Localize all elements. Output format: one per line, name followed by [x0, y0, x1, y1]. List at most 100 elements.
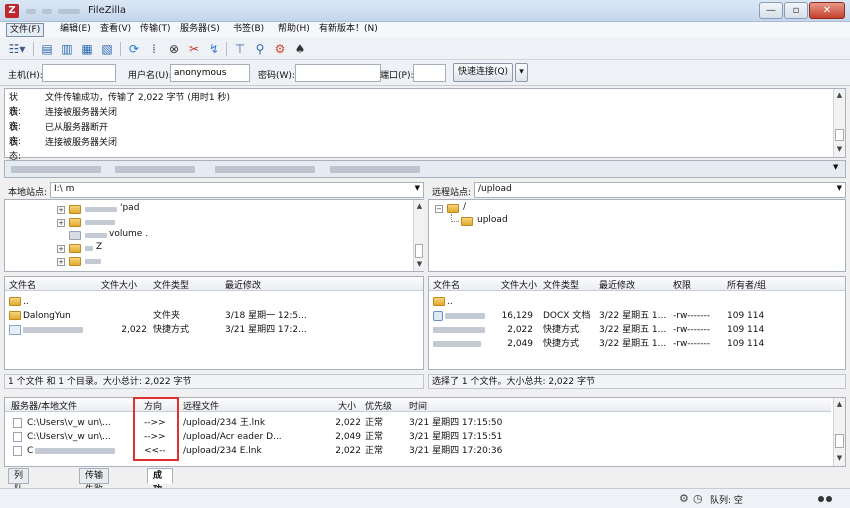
queue-scrollbar[interactable]: ▲ ▼ [833, 398, 845, 466]
table-row[interactable]: 2,049 快捷方式 3/22 星期五 1... -rw------- 109 … [429, 338, 845, 350]
blurred-name [85, 246, 93, 251]
tree-item-label[interactable]: Z [96, 242, 102, 252]
sync-browse-icon[interactable]: ⚙ [271, 40, 289, 58]
minimize-button[interactable]: — [759, 2, 783, 19]
blurred-name [85, 233, 107, 238]
remote-site-path[interactable]: /upload ▼ [474, 182, 846, 198]
folder-icon [9, 311, 21, 320]
reconnect-icon[interactable]: ↯ [205, 40, 223, 58]
tree-item-root[interactable]: / [463, 202, 466, 212]
tab-failed-transfers[interactable]: 传输失败 (10) [79, 468, 110, 508]
table-row[interactable]: 2,022 快捷方式 3/22 星期五 1... -rw------- 109 … [429, 324, 845, 336]
queue-local-file: C:\Users\v_w un\... [27, 418, 111, 428]
col-size[interactable]: 大小 [338, 399, 356, 412]
refresh-icon[interactable]: ⟳ [125, 40, 143, 58]
table-row[interactable]: C:\Users\v_w un\... -->> /upload/234 王.l… [5, 417, 831, 429]
disconnect-icon[interactable]: ✂ [185, 40, 203, 58]
log-scrollbar[interactable]: ▲ ▼ [833, 89, 845, 157]
col-filesize[interactable]: 文件大小 [101, 278, 137, 291]
table-row[interactable]: DalongYun 文件夹 3/18 星期一 12:5... [5, 310, 423, 322]
table-row[interactable]: .. [5, 296, 423, 308]
toggle-remote-tree-icon[interactable]: ▦ [78, 40, 96, 58]
compare-icon[interactable]: ⚲ [251, 40, 269, 58]
expand-icon[interactable]: + [57, 245, 65, 253]
tree-item-label[interactable]: 'pad [120, 203, 139, 213]
toggle-local-tree-icon[interactable]: ▥ [58, 40, 76, 58]
filter-icon[interactable]: ⊤ [231, 40, 249, 58]
tree-item-upload[interactable]: upload [477, 215, 508, 225]
col-owner[interactable]: 所有者/组 [727, 278, 766, 291]
col-priority[interactable]: 优先级 [365, 399, 392, 412]
scroll-thumb[interactable] [835, 434, 844, 448]
search-icon[interactable]: ♠ [291, 40, 309, 58]
tab-successful-transfers[interactable]: 成功的传输 (4) [147, 468, 174, 508]
tab-queued-files[interactable]: 列队的文件 [8, 468, 30, 508]
table-row[interactable]: C <<-- /upload/234 E.lnk 2,022 正常 3/21 星… [5, 445, 831, 457]
col-filetype[interactable]: 文件类型 [543, 278, 579, 291]
scroll-up-icon[interactable]: ▲ [414, 201, 425, 212]
col-filetype[interactable]: 文件类型 [153, 278, 189, 291]
local-list-header: 文件名 文件大小 文件类型 最近修改 [5, 277, 423, 291]
window-title: FileZilla [88, 5, 127, 16]
col-modified[interactable]: 最近修改 [225, 278, 261, 291]
menu-view[interactable]: 查看(V) [97, 23, 134, 37]
col-filesize[interactable]: 文件大小 [501, 278, 537, 291]
table-row[interactable]: 2,022 快捷方式 3/21 星期四 17:2... [5, 324, 423, 336]
tree-item-label[interactable]: volume . [109, 229, 148, 239]
menu-file[interactable]: 文件(F) [6, 23, 45, 37]
expand-icon[interactable]: + [57, 258, 65, 266]
toggle-queue-icon[interactable]: ▧ [98, 40, 116, 58]
col-permissions[interactable]: 权限 [673, 278, 691, 291]
filezilla-logo-icon[interactable]: Z [5, 4, 19, 18]
site-manager-icon[interactable]: ☷▾ [5, 40, 29, 58]
queue-priority: 正常 [365, 446, 384, 456]
host-input[interactable] [42, 64, 116, 82]
menu-edit[interactable]: 编辑(E) [57, 23, 94, 37]
col-remote-file[interactable]: 远程文件 [183, 399, 219, 412]
table-row[interactable]: .. [429, 296, 845, 308]
process-queue-icon[interactable]: ⁞ [145, 40, 163, 58]
col-time[interactable]: 时间 [409, 399, 427, 412]
expand-icon[interactable]: + [57, 206, 65, 214]
toggle-log-icon[interactable]: ▤ [38, 40, 56, 58]
file-type: 快捷方式 [153, 325, 190, 335]
file-type: 快捷方式 [543, 325, 580, 335]
port-input[interactable] [413, 64, 446, 82]
scroll-thumb[interactable] [835, 129, 844, 141]
col-filename[interactable]: 文件名 [9, 278, 36, 291]
username-input[interactable] [170, 64, 250, 82]
scroll-down-icon[interactable]: ▼ [834, 144, 845, 155]
password-input[interactable] [295, 64, 381, 82]
scroll-down-icon[interactable]: ▼ [414, 259, 425, 270]
chevron-down-icon[interactable]: ▼ [415, 184, 420, 192]
maximize-button[interactable]: ▫ [784, 2, 808, 19]
menu-help[interactable]: 帮助(H) [275, 23, 313, 37]
local-site-path[interactable]: I:\ m ▼ [50, 182, 424, 198]
table-row[interactable]: C:\Users\v_w un\... -->> /upload/Acr ead… [5, 431, 831, 443]
quickconnect-button[interactable]: 快速连接(Q) [453, 63, 513, 82]
menu-server[interactable]: 服务器(S) [177, 23, 223, 37]
col-modified[interactable]: 最近修改 [599, 278, 635, 291]
table-row[interactable]: 16,129 DOCX 文档 3/22 星期五 1... -rw------- … [429, 310, 845, 322]
quickconnect-dropdown[interactable]: ▾ [515, 63, 528, 82]
collapse-icon[interactable]: − [435, 205, 443, 213]
col-filename[interactable]: 文件名 [433, 278, 460, 291]
scroll-up-icon[interactable]: ▲ [834, 90, 845, 101]
scroll-thumb[interactable] [415, 244, 423, 258]
chevron-down-icon[interactable]: ▼ [837, 184, 842, 192]
queue-status: 队列: 空 [710, 496, 743, 506]
menu-new-version[interactable]: 有新版本！(N) [316, 23, 381, 37]
menu-bookmarks[interactable]: 书签(B) [230, 23, 267, 37]
menu-transfer[interactable]: 传输(T) [137, 23, 174, 37]
col-local-file[interactable]: 服务器/本地文件 [11, 399, 77, 412]
scroll-down-icon[interactable]: ▼ [834, 453, 845, 464]
queue-time: 3/21 星期四 17:20:36 [409, 446, 503, 456]
close-button[interactable]: ✕ [809, 2, 845, 19]
file-owner: 109 114 [727, 311, 765, 321]
scroll-up-icon[interactable]: ▲ [834, 399, 845, 410]
local-tree-scrollbar[interactable]: ▲ ▼ [413, 200, 424, 271]
local-tree: + 'pad + volume . + Z + ▲ ▼ [4, 199, 424, 272]
chevron-down-icon[interactable]: ▼ [833, 163, 838, 171]
expand-icon[interactable]: + [57, 219, 65, 227]
cancel-icon[interactable]: ⊗ [165, 40, 183, 58]
